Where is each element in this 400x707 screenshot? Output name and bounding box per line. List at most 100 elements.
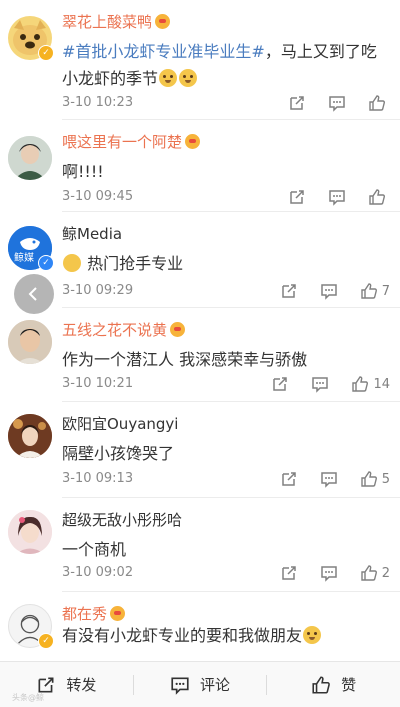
share-button[interactable] <box>288 94 306 112</box>
timestamp: 3-10 10:21 <box>62 376 134 391</box>
comment-item: 鲸媒 ✓ 鲸Media 热门抢手专业 3-10 09:29 7 <box>0 212 400 308</box>
comment-actions: 2 <box>258 563 390 583</box>
share-button[interactable] <box>280 470 298 488</box>
comment-icon <box>320 284 337 300</box>
comment-text: 有没有小龙虾专业的要和我做朋友 <box>62 622 392 649</box>
reply-button[interactable] <box>328 188 346 206</box>
like-label: 赞 <box>341 676 357 694</box>
person-photo-icon <box>8 414 52 458</box>
comment-label: 评论 <box>200 676 231 694</box>
avatar[interactable]: ✓ <box>8 604 54 649</box>
share-button[interactable] <box>280 564 298 582</box>
username[interactable]: 喂这里有一个阿楚 <box>62 132 201 152</box>
share-icon <box>281 472 296 486</box>
avatar[interactable]: ✓ <box>8 16 54 61</box>
avatar[interactable]: 鲸媒 ✓ <box>8 226 54 271</box>
like-button[interactable]: 14 <box>351 375 390 393</box>
timestamp: 3-10 09:13 <box>62 471 134 486</box>
share-icon <box>273 377 288 391</box>
comment-item: 五线之花不说黄 作为一个潜江人 我深感荣幸与骄傲 3-10 10:21 14 <box>0 308 400 402</box>
comment-item: 喂这里有一个阿楚 啊!!!! 3-10 09:45 <box>0 120 400 212</box>
comment-text: #首批小龙虾专业准毕业生#，马上又到了吃小龙虾的季节 <box>62 42 377 88</box>
comment-text: 作为一个潜江人 我深感荣幸与骄傲 <box>62 350 308 369</box>
share-button[interactable] <box>288 188 306 206</box>
reply-button[interactable] <box>320 282 338 300</box>
avatar[interactable] <box>8 136 52 180</box>
thumbs-up-icon <box>361 283 377 299</box>
comment-text: 热门抢手专业 <box>62 250 392 277</box>
doge-emoji-icon <box>179 69 198 87</box>
hashtag-link[interactable]: #首批小龙虾专业准毕业生# <box>62 42 265 61</box>
username[interactable]: 欧阳宜Ouyangyi <box>62 414 178 434</box>
username[interactable]: 超级无敌小彤彤哈 <box>62 510 182 530</box>
comment-list: ✓ 翠花上酸菜鸭 #首批小龙虾专业准毕业生#，马上又到了吃小龙虾的季节 3-10… <box>0 0 400 661</box>
person-photo-icon <box>8 510 52 554</box>
avatar[interactable] <box>8 414 52 458</box>
share-button[interactable] <box>271 375 289 393</box>
reply-button[interactable] <box>328 94 346 112</box>
comment-actions <box>266 93 390 113</box>
like-button[interactable] <box>368 94 390 112</box>
username[interactable]: 翠花上酸菜鸭 <box>62 12 171 32</box>
thumbs-up-icon <box>361 565 377 581</box>
medal-icon <box>185 134 201 149</box>
bottom-action-bar: 转发 评论 赞 <box>0 661 400 707</box>
like-button[interactable] <box>368 188 390 206</box>
timestamp: 3-10 10:23 <box>62 95 134 110</box>
share-button[interactable] <box>280 282 298 300</box>
like-button[interactable]: 7 <box>360 282 390 300</box>
share-icon <box>290 190 304 204</box>
logo-text: 鲸媒 <box>14 253 34 264</box>
medal-icon <box>110 606 126 621</box>
back-button[interactable] <box>14 274 54 314</box>
like-button[interactable]: 2 <box>360 564 390 582</box>
person-photo-icon <box>8 320 52 364</box>
timestamp: 3-10 09:45 <box>62 189 134 204</box>
comment-item: 超级无敌小彤彤哈 一个商机 3-10 09:02 2 <box>0 498 400 592</box>
comment-icon <box>329 190 345 206</box>
comment-button[interactable]: 评论 <box>134 674 267 695</box>
comment-actions: 14 <box>249 374 390 394</box>
comment-text: 一个商机 <box>62 540 127 559</box>
thumbs-up-icon <box>352 376 369 392</box>
comment-text: 隔壁小孩馋哭了 <box>62 444 175 463</box>
thumbs-up-icon <box>369 189 385 205</box>
doge-emoji-icon <box>303 626 322 644</box>
comment-icon <box>320 472 337 488</box>
like-button[interactable]: 5 <box>360 470 390 488</box>
verified-badge-icon: ✓ <box>38 45 54 61</box>
reply-button[interactable] <box>320 564 338 582</box>
smile-emoji-icon <box>63 254 81 272</box>
doge-emoji-icon <box>159 69 178 87</box>
share-icon <box>281 566 296 580</box>
avatar[interactable] <box>8 320 52 364</box>
comment-icon <box>171 677 189 695</box>
comment-actions <box>266 187 390 207</box>
avatar[interactable] <box>8 510 52 554</box>
comment-item: ✓ 翠花上酸菜鸭 #首批小龙虾专业准毕业生#，马上又到了吃小龙虾的季节 3-10… <box>0 0 400 120</box>
reply-button[interactable] <box>311 375 329 393</box>
comment-icon <box>329 96 345 112</box>
username[interactable]: 五线之花不说黄 <box>62 320 186 340</box>
thumbs-up-icon <box>369 95 385 111</box>
comment-item: 欧阳宜Ouyangyi 隔壁小孩馋哭了 3-10 09:13 5 <box>0 402 400 498</box>
reply-button[interactable] <box>320 470 338 488</box>
username[interactable]: 都在秀 <box>62 604 126 624</box>
medal-icon <box>155 14 171 29</box>
comment-actions: 5 <box>258 469 390 489</box>
timestamp: 3-10 09:02 <box>62 565 134 580</box>
thumbs-up-icon <box>312 675 331 694</box>
share-icon <box>281 284 296 298</box>
username[interactable]: 鲸Media <box>62 224 122 244</box>
share-icon <box>290 96 304 110</box>
like-button[interactable]: 赞 <box>267 674 400 695</box>
comment-actions: 7 <box>258 281 390 301</box>
comment-item: ✓ 都在秀 有没有小龙虾专业的要和我做朋友 <box>0 592 400 661</box>
verified-badge-icon: ✓ <box>38 633 54 649</box>
repost-label: 转发 <box>66 676 97 694</box>
comment-icon <box>312 377 329 393</box>
person-photo-icon <box>8 136 52 180</box>
timestamp: 3-10 09:29 <box>62 283 134 298</box>
medal-icon <box>170 322 186 337</box>
back-arrow-icon <box>28 287 37 301</box>
